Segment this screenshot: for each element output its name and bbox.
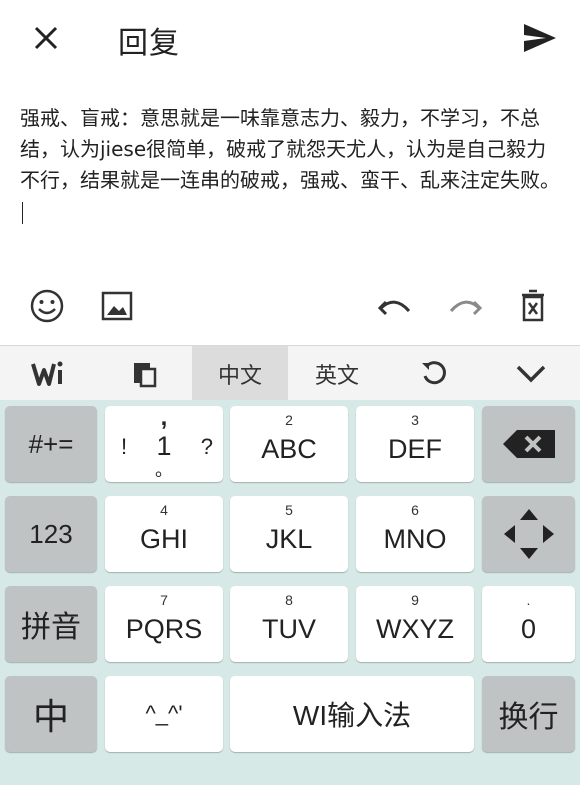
- key-6-mno[interactable]: 6 MNO: [356, 496, 474, 572]
- chevron-down-icon[interactable]: [482, 346, 580, 401]
- direction-arrows-icon: [503, 509, 554, 559]
- emoji-icon[interactable]: [28, 287, 66, 325]
- key-2-abc[interactable]: 2 ABC: [230, 406, 348, 482]
- key-6-label: MNO: [383, 523, 447, 554]
- period-label: 。: [155, 460, 173, 480]
- symbols-key[interactable]: #+=: [5, 406, 97, 482]
- key-0[interactable]: . 0: [482, 586, 575, 662]
- clipboard-icon[interactable]: [95, 346, 192, 401]
- key-8-label: TUV: [262, 613, 316, 644]
- keyboard-toolbar: 中文 英文: [0, 345, 580, 401]
- key-4-number: 4: [160, 502, 168, 518]
- delete-icon[interactable]: [514, 287, 552, 325]
- key-8-tuv[interactable]: 8 TUV: [230, 586, 348, 662]
- chinese-mode-label: 中: [32, 696, 69, 737]
- tab-english[interactable]: 英文: [288, 346, 386, 401]
- key-0-dot: .: [526, 592, 531, 608]
- key-3-label: DEF: [388, 433, 442, 464]
- pinyin-key-label: 拼音: [21, 611, 81, 644]
- comma-label: ,: [160, 404, 168, 431]
- key-8-number: 8: [285, 592, 293, 608]
- key-7-pqrs[interactable]: 7 PQRS: [105, 586, 223, 662]
- key-2-number: 2: [285, 412, 293, 428]
- wi-logo-icon[interactable]: [0, 346, 95, 401]
- text-cursor: [22, 201, 23, 224]
- numeric-key-label: 123: [29, 518, 73, 549]
- key-9-wxyz[interactable]: 9 WXYZ: [356, 586, 474, 662]
- backspace-key[interactable]: [482, 406, 575, 482]
- key-3-def[interactable]: 3 DEF: [356, 406, 474, 482]
- numeric-key[interactable]: 123: [5, 496, 97, 572]
- emoticon-key[interactable]: ^_^': [105, 676, 223, 752]
- space-key-label: WI输入法: [292, 700, 412, 731]
- key-5-jkl[interactable]: 5 JKL: [230, 496, 348, 572]
- send-icon[interactable]: [522, 22, 558, 54]
- pinyin-key[interactable]: 拼音: [5, 586, 97, 662]
- page-title: 回复: [118, 26, 180, 61]
- key-9-label: WXYZ: [376, 613, 454, 644]
- key-5-label: JKL: [265, 523, 313, 554]
- reply-text-area[interactable]: 强戒、盲戒：意思就是一味靠意志力、毅力，不学习，不总结，认为jiese很简单，破…: [20, 103, 560, 227]
- emoticon-label: ^_^': [145, 701, 183, 726]
- key-7-number: 7: [160, 592, 168, 608]
- key-9-number: 9: [411, 592, 419, 608]
- refresh-icon[interactable]: [386, 346, 482, 401]
- backspace-icon: [502, 430, 555, 458]
- key-4-label: GHI: [139, 523, 188, 554]
- top-bar: 回复: [0, 0, 580, 78]
- punctuation-key[interactable]: , ! 1 ? 。: [105, 404, 223, 482]
- enter-key[interactable]: 换行: [482, 676, 575, 752]
- tab-chinese[interactable]: 中文: [192, 346, 288, 401]
- image-icon[interactable]: [98, 287, 136, 325]
- chinese-mode-key[interactable]: 中: [5, 676, 97, 752]
- space-key[interactable]: WI输入法: [230, 676, 474, 752]
- key-4-ghi[interactable]: 4 GHI: [105, 496, 223, 572]
- cursor-move-key[interactable]: [482, 496, 575, 572]
- key-2-label: ABC: [261, 433, 317, 464]
- close-icon[interactable]: [30, 22, 62, 54]
- redo-icon[interactable]: [446, 287, 484, 325]
- keyboard: #+= , ! 1 ? 。 2 ABC 3 DEF 123 4 GHI 5 JK…: [0, 400, 580, 785]
- key-7-label: PQRS: [125, 613, 203, 644]
- enter-key-label: 换行: [498, 701, 559, 734]
- key-0-label: 0: [520, 613, 537, 644]
- key-5-number: 5: [285, 502, 293, 518]
- undo-icon[interactable]: [376, 287, 414, 325]
- key-3-number: 3: [411, 412, 419, 428]
- reply-text: 强戒、盲戒：意思就是一味靠意志力、毅力，不学习，不总结，认为jiese很简单，破…: [20, 106, 560, 192]
- key-6-number: 6: [411, 502, 419, 518]
- symbols-key-label: #+=: [28, 428, 74, 459]
